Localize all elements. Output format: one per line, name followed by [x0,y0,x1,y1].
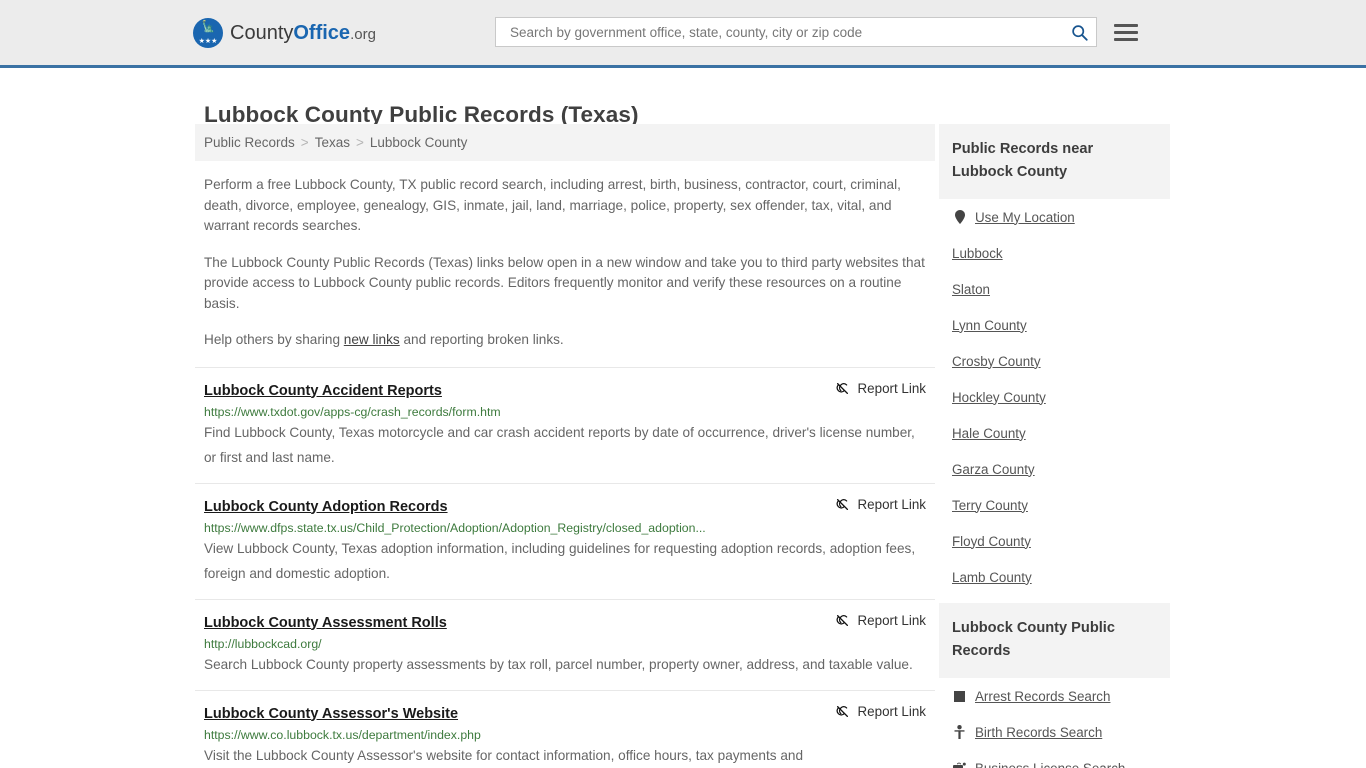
main-content: Public Records > Texas > Lubbock County … [195,124,935,768]
logo-org-text: .org [350,25,376,43]
report-link-button[interactable]: Report Link [835,381,926,396]
help-suffix-text: and reporting broken links. [399,332,564,347]
record-title-link[interactable]: Lubbock County Assessment Rolls [204,615,447,631]
record-title-link[interactable]: Lubbock County Assessor's Website [204,706,458,722]
intro-paragraph-1: Perform a free Lubbock County, TX public… [204,177,901,233]
sidebar-link-label[interactable]: Lubbock [952,246,1003,261]
new-links-link[interactable]: new links [344,332,400,347]
sidebar-item-hockley-county[interactable]: Hockley County [939,379,1170,415]
broken-link-icon [835,705,848,717]
sidebar-item-slaton[interactable]: Slaton [939,271,1170,307]
broken-link-icon [835,498,848,510]
sidebar-link-label[interactable]: Lynn County [952,318,1027,333]
sidebar-item-crosby-county[interactable]: Crosby County [939,343,1170,379]
sidebar-item-use-my-location[interactable]: Use My Location [939,199,1170,235]
report-link-label: Report Link [857,612,926,628]
hamburger-menu-icon[interactable] [1114,20,1138,45]
logo-office-text: Office [293,21,351,44]
stars-icon: ★★★ [198,38,218,45]
record-url: https://www.txdot.gov/apps-cg/crash_reco… [204,404,501,419]
breadcrumb-separator: > [355,135,364,150]
sidebar-link-label[interactable]: Arrest Records Search [975,689,1110,704]
report-link-label: Report Link [857,380,926,396]
record-description: Find Lubbock County, Texas motorcycle an… [204,424,915,465]
sidebar-item-terry-county[interactable]: Terry County [939,487,1170,523]
record-description: Search Lubbock County property assessmen… [204,656,913,672]
sidebar-item-floyd-county[interactable]: Floyd County [939,523,1170,559]
report-link-button[interactable]: Report Link [835,497,926,512]
report-link-label: Report Link [857,703,926,719]
sidebar-link-label[interactable]: Hale County [952,426,1026,441]
sidebar-item-garza-county[interactable]: Garza County [939,451,1170,487]
breadcrumb-separator: > [300,135,309,150]
record-entry: Lubbock County Accident Reports Report L… [195,366,935,483]
intro-paragraph-2: The Lubbock County Public Records (Texas… [204,254,925,311]
breadcrumb-item-lubbock-county: Lubbock County [369,135,468,150]
search-icon[interactable] [1068,21,1090,43]
sidebar-link-label[interactable]: Hockley County [952,390,1046,405]
county-records-list: Arrest Records Search Birth Records Sear… [939,678,1170,768]
record-url: https://www.dfps.state.tx.us/Child_Prote… [204,520,706,535]
record-url: http://lubbockcad.org/ [204,636,322,651]
sidebar-link-label[interactable]: Use My Location [975,210,1075,225]
sidebar-link-label[interactable]: Business License Search [975,761,1125,768]
intro-section: Perform a free Lubbock County, TX public… [195,175,935,351]
hamburger-bar [1114,37,1138,41]
sidebar-link-label[interactable]: Garza County [952,462,1035,477]
eagle-icon: 🗽 [201,21,216,33]
record-description: View Lubbock County, Texas adoption info… [204,540,916,581]
hamburger-bar [1114,23,1138,27]
nearby-panel-title: Public Records near Lubbock County [939,124,1170,199]
search-input[interactable] [508,23,1068,41]
location-pin-icon [952,210,967,224]
sidebar-item-lubbock[interactable]: Lubbock [939,235,1170,271]
breadcrumb: Public Records > Texas > Lubbock County [195,124,935,161]
sidebar-item-hale-county[interactable]: Hale County [939,415,1170,451]
county-office-emblem-icon: 🗽 ★★★ [193,18,223,48]
records-list: Lubbock County Accident Reports Report L… [195,366,935,768]
report-link-button[interactable]: Report Link [835,613,926,628]
briefcase-icon [952,762,967,768]
sidebar: Public Records near Lubbock County Use M… [939,124,1170,768]
broken-link-icon [835,382,848,394]
help-prefix-text: Help others by sharing [204,332,344,347]
sidebar-link-label[interactable]: Terry County [952,498,1028,513]
sidebar-item-lamb-county[interactable]: Lamb County [939,559,1170,595]
sidebar-link-label[interactable]: Crosby County [952,354,1041,369]
search-area [495,17,1138,47]
search-box[interactable] [495,17,1097,47]
record-title-link[interactable]: Lubbock County Adoption Records [204,499,448,515]
record-url: https://www.co.lubbock.tx.us/department/… [204,727,481,742]
record-entry: Lubbock County Assessment Rolls Report L… [195,598,935,690]
nearby-records-list: Use My Location Lubbock Slaton Lynn Coun… [939,199,1170,595]
records-panel-title: Lubbock County Public Records [939,603,1170,678]
report-link-label: Report Link [857,496,926,512]
record-entry: Lubbock County Adoption Records Report L… [195,482,935,599]
hamburger-bar [1114,30,1138,34]
nearby-records-panel: Public Records near Lubbock County Use M… [939,124,1170,595]
site-header: 🗽 ★★★ CountyOffice.org [0,0,1366,68]
sidebar-item-lynn-county[interactable]: Lynn County [939,307,1170,343]
county-records-panel: Lubbock County Public Records Arrest Rec… [939,603,1170,768]
record-title-link[interactable]: Lubbock County Accident Reports [204,383,442,399]
record-description: Visit the Lubbock County Assessor's webs… [204,747,804,763]
sidebar-link-label[interactable]: Slaton [952,282,990,297]
record-entry: Lubbock County Assessor's Website Report… [195,689,935,768]
sidebar-link-label[interactable]: Floyd County [952,534,1031,549]
sidebar-item-business-license-search[interactable]: Business License Search [939,750,1170,768]
logo-wordmark: CountyOffice.org [230,22,376,45]
site-logo[interactable]: 🗽 ★★★ CountyOffice.org [193,18,376,48]
sidebar-item-birth-records-search[interactable]: Birth Records Search [939,714,1170,750]
intro-help-line: Help others by sharing new links and rep… [204,330,926,351]
breadcrumb-item-texas[interactable]: Texas [315,135,350,150]
report-link-button[interactable]: Report Link [835,704,926,719]
sidebar-link-label[interactable]: Lamb County [952,570,1032,585]
square-badge-icon [952,690,967,702]
baby-icon [952,725,967,739]
sidebar-item-arrest-records-search[interactable]: Arrest Records Search [939,678,1170,714]
logo-county-text: County [230,21,294,44]
breadcrumb-item-public-records[interactable]: Public Records [204,135,295,150]
sidebar-link-label[interactable]: Birth Records Search [975,725,1102,740]
broken-link-icon [835,614,848,626]
